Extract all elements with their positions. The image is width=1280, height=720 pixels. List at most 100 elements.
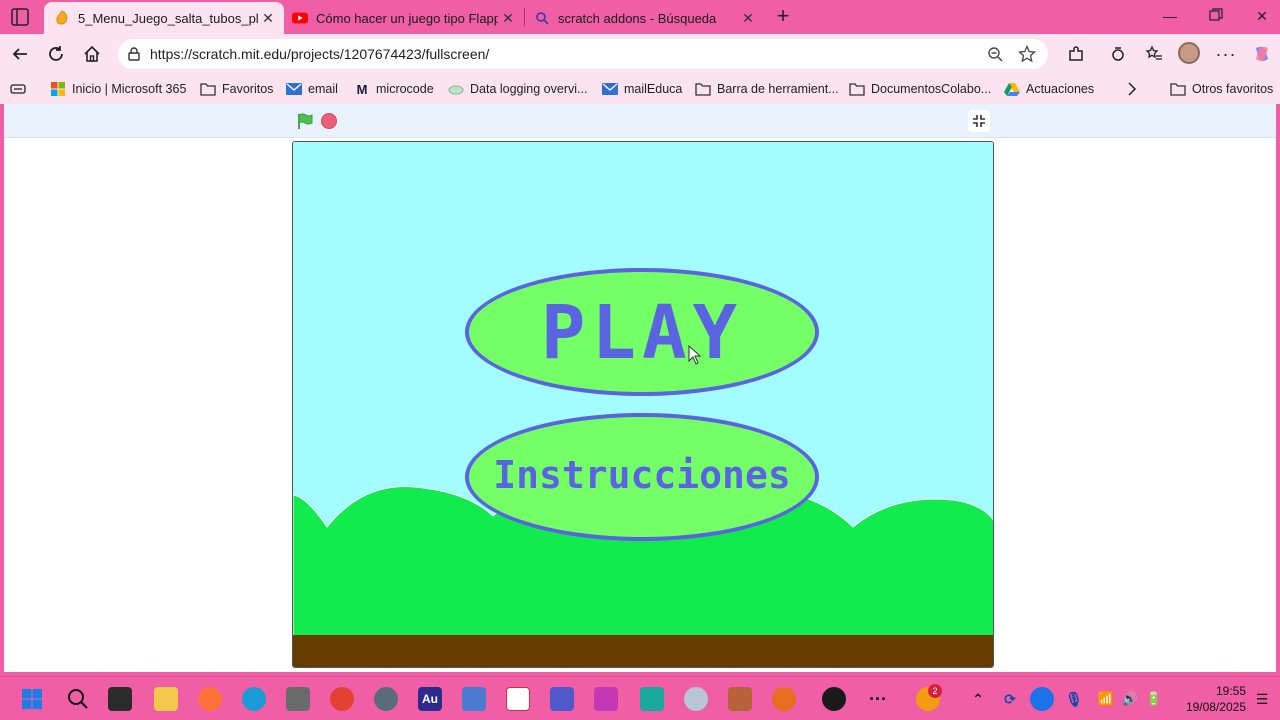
minimize-icon[interactable]: —: [1160, 8, 1180, 26]
favorite-label: Barra de herramient...: [717, 82, 839, 96]
scratch-favicon-icon: [54, 10, 70, 26]
notification-badge: 2: [928, 684, 942, 698]
file-explorer-icon[interactable]: [154, 687, 178, 711]
favorite-microcode[interactable]: M microcode: [354, 80, 434, 98]
tab-youtube[interactable]: Cómo hacer un juego tipo Flappy ✕: [282, 2, 524, 34]
task-view-icon[interactable]: [108, 687, 132, 711]
microphone-icon[interactable]: 🎙: [1062, 687, 1086, 711]
document-app-icon[interactable]: [506, 687, 530, 711]
folder-icon: [200, 81, 216, 97]
tab-bing-search[interactable]: scratch addons - Búsqueda ✕: [524, 2, 764, 34]
favorite-folder-documentos[interactable]: DocumentosColabo...: [849, 80, 991, 98]
favorite-email[interactable]: email: [286, 80, 338, 98]
back-icon[interactable]: [8, 42, 32, 66]
firefox-icon[interactable]: [198, 687, 222, 711]
favorite-maileduca[interactable]: mailEduca: [602, 80, 682, 98]
scratch-stage[interactable]: PLAY Instrucciones: [292, 141, 994, 668]
app-icon[interactable]: [594, 687, 618, 711]
more-options-icon[interactable]: ···: [1214, 42, 1238, 66]
audition-icon[interactable]: Au: [418, 687, 442, 711]
wifi-icon[interactable]: 📶: [1094, 687, 1118, 711]
home-icon[interactable]: [80, 42, 104, 66]
profile-avatar[interactable]: [1178, 42, 1200, 64]
favorite-star-icon[interactable]: [1016, 43, 1038, 65]
inkscape-icon[interactable]: [286, 687, 310, 711]
chevron-right-icon[interactable]: [1126, 80, 1138, 98]
notification-center-icon[interactable]: ☰: [1250, 687, 1274, 711]
chevron-up-icon[interactable]: ⌃: [966, 687, 990, 711]
more-apps-icon[interactable]: ···: [866, 687, 890, 711]
favorite-folder-favoritos[interactable]: Favoritos: [200, 80, 273, 98]
play-button[interactable]: PLAY: [465, 268, 819, 396]
close-tab-icon[interactable]: ✕: [498, 10, 518, 27]
cloud-icon: [448, 81, 464, 97]
new-tab-button[interactable]: +: [772, 5, 794, 28]
folder-icon: [695, 81, 711, 97]
mail-icon: [286, 81, 302, 97]
app-icon[interactable]: [684, 687, 708, 711]
copilot-icon[interactable]: [1250, 42, 1274, 66]
edge-icon[interactable]: [242, 687, 266, 711]
favorite-data-logging[interactable]: Data logging overvi...: [448, 80, 587, 98]
search-icon[interactable]: [66, 687, 90, 711]
app-icon[interactable]: [772, 687, 796, 711]
exit-fullscreen-icon[interactable]: [968, 110, 990, 132]
app-icon[interactable]: [728, 687, 752, 711]
close-window-icon[interactable]: ✕: [1252, 8, 1272, 26]
favorite-label: email: [308, 82, 338, 96]
favorites-bar: Inicio | Microsoft 365 Favoritos email M…: [0, 74, 1280, 104]
favorite-label: mailEduca: [624, 82, 683, 96]
power-automate-icon[interactable]: [462, 687, 486, 711]
folder-icon: [849, 81, 865, 97]
address-bar[interactable]: https://scratch.mit.edu/projects/1207674…: [118, 39, 1048, 69]
favorites-list-icon[interactable]: [1142, 42, 1166, 66]
favorite-label: Data logging overvi...: [470, 82, 588, 96]
chrome-icon[interactable]: [330, 687, 354, 711]
tab-strip: 5_Menu_Juego_salta_tubos_play_ ✕ Cómo ha…: [0, 0, 1280, 34]
favorite-folder-otros[interactable]: Otros favoritos: [1170, 80, 1273, 98]
favorite-actuaciones[interactable]: Actuaciones: [1004, 80, 1094, 98]
refresh-icon[interactable]: [44, 42, 68, 66]
tab-scratch-project[interactable]: 5_Menu_Juego_salta_tubos_play_ ✕: [44, 2, 284, 34]
favorite-label: Otros favoritos: [1192, 82, 1274, 96]
instructions-label: Instrucciones: [493, 453, 791, 497]
folder-icon: [1170, 81, 1186, 97]
sync-icon[interactable]: ⟳: [998, 687, 1022, 711]
youtube-icon: [292, 10, 308, 26]
restore-icon[interactable]: [1206, 8, 1226, 26]
clock[interactable]: 19:55 19/08/2025: [1176, 683, 1246, 715]
site-info-icon[interactable]: [126, 46, 142, 62]
battery-icon[interactable]: 🔋: [1142, 687, 1166, 711]
favorite-label: Actuaciones: [1026, 82, 1095, 96]
page-content: PLAY Instrucciones: [4, 104, 1276, 672]
teams-icon[interactable]: [550, 687, 574, 711]
tab-title: 5_Menu_Juego_salta_tubos_play_: [78, 10, 258, 26]
volume-icon[interactable]: 🔊: [1118, 687, 1142, 711]
green-flag-icon[interactable]: [296, 112, 314, 130]
stage-header: [4, 104, 1276, 138]
tab-title: Cómo hacer un juego tipo Flappy: [316, 10, 498, 26]
extensions-icon[interactable]: [1064, 42, 1088, 66]
favorite-folder-barra[interactable]: Barra de herramient...: [695, 80, 839, 98]
close-tab-icon[interactable]: ✕: [738, 10, 758, 27]
browser-essentials-icon[interactable]: [1106, 42, 1130, 66]
close-tab-icon[interactable]: ✕: [258, 10, 278, 27]
favorite-label: Inicio | Microsoft 365: [72, 82, 187, 96]
bluetooth-icon[interactable]: [1030, 687, 1054, 711]
play-label: PLAY: [540, 290, 744, 376]
url-text[interactable]: https://scratch.mit.edu/projects/1207674…: [150, 46, 984, 62]
obs-icon[interactable]: [822, 687, 846, 711]
app-icon[interactable]: [640, 687, 664, 711]
instructions-button[interactable]: Instrucciones: [465, 413, 819, 541]
windows-taskbar: Au ··· 2 ⌃ ⟳ 🎙 📶 🔊 🔋 19:55 19/08/2025 ☰: [0, 676, 1280, 720]
favorite-microsoft-365[interactable]: Inicio | Microsoft 365: [50, 80, 186, 98]
windows-start-icon[interactable]: [20, 687, 44, 711]
tab-actions-icon[interactable]: [8, 6, 32, 28]
microcode-icon: M: [356, 81, 368, 97]
zoom-icon[interactable]: [984, 43, 1006, 65]
stop-icon[interactable]: [321, 113, 337, 129]
favorite-label: Favoritos: [222, 82, 274, 96]
collections-icon[interactable]: [10, 80, 26, 98]
settings-icon[interactable]: [374, 687, 398, 711]
mouse-cursor-icon: [688, 345, 702, 365]
